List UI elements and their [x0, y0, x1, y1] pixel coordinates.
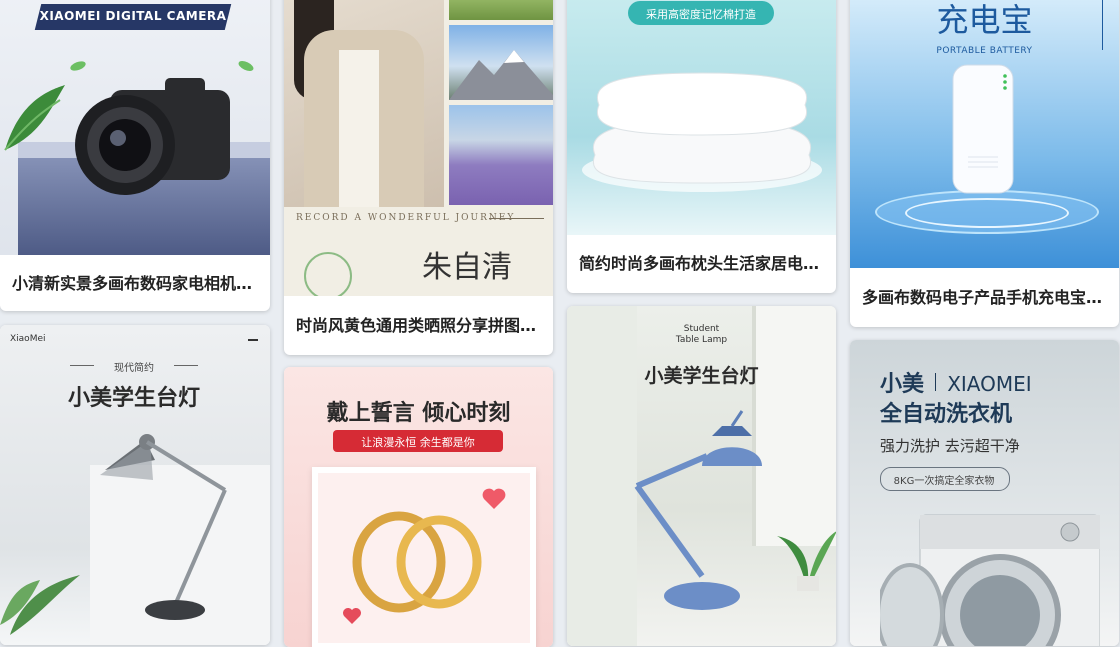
card-thumbnail[interactable]: Student Table Lamp 小美学生台灯: [567, 306, 836, 646]
template-card-rings[interactable]: 戴上誓言 倾心时刻 让浪漫永恒 余生都是你: [284, 367, 553, 647]
card-thumbnail[interactable]: 采用高密度记忆棉打造: [567, 0, 836, 235]
product-heading: 小美学生台灯: [67, 386, 200, 411]
card-title[interactable]: 简约时尚多画布枕头生活家居电商主图: [579, 250, 824, 274]
product-subheading: PORTABLE BATTERY: [936, 46, 1033, 56]
card-thumbnail[interactable]: RECORD A WONDERFUL JOURNEY 朱自清: [284, 0, 553, 296]
camera-icon: [75, 78, 230, 195]
power-bank-icon: [952, 64, 1014, 194]
heart-icon: [343, 608, 361, 624]
rings-icon: [352, 511, 482, 613]
desk-lamp-icon: [100, 434, 227, 620]
pillow-icon: [582, 72, 822, 192]
brand-label: XIAOMEI: [947, 372, 1032, 396]
card-title[interactable]: 小清新实景多画布数码家电相机电商主图: [12, 270, 258, 294]
mountain-icon: [449, 50, 553, 100]
washing-machine-icon: [880, 514, 1100, 646]
card-thumbnail[interactable]: 戴上誓言 倾心时刻 让浪漫永恒 余生都是你: [284, 367, 553, 647]
card-thumbnail[interactable]: XiaoMei 现代简约 小美学生台灯: [0, 325, 270, 645]
card-thumbnail[interactable]: 充电宝 PORTABLE BATTERY: [850, 0, 1119, 268]
template-card-camera[interactable]: XIAOMEI DIGITAL CAMERA 小清新实景多画布数码家电相机电商主…: [0, 0, 270, 311]
small-heading: Student: [683, 324, 720, 334]
template-card-desk-lamp-2[interactable]: Student Table Lamp 小美学生台灯: [567, 306, 836, 646]
template-card-power-bank[interactable]: 充电宝 PORTABLE BATTERY 多画布数码电子产品手机充电宝电商主图: [850, 0, 1119, 327]
feature-tag: 采用高密度记忆棉打造: [646, 8, 756, 21]
minus-icon: [248, 339, 258, 341]
small-heading: 现代简约: [114, 363, 154, 374]
product-subheading: 强力洗护 去污超干净: [880, 437, 1020, 455]
template-card-collage[interactable]: RECORD A WONDERFUL JOURNEY 朱自清 时尚风黄色通用类晒…: [284, 0, 553, 355]
product-heading: 充电宝: [936, 1, 1033, 39]
template-card-washing-machine[interactable]: 小美 XIAOMEI 全自动洗衣机 强力洗护 去污超干净 8KG一次搞定全家衣物: [850, 340, 1119, 646]
template-card-pillow[interactable]: 采用高密度记忆棉打造 简约时尚多画布枕头生活家居电商主图: [567, 0, 836, 293]
product-heading: 全自动洗衣机: [880, 402, 1013, 427]
desk-lamp-icon: [634, 410, 762, 610]
leaf-icon: [4, 85, 65, 151]
ribbon-text: 让浪漫永恒 余生都是你: [361, 436, 475, 449]
card-title[interactable]: 多画布数码电子产品手机充电宝电商主图: [862, 284, 1107, 308]
small-heading: Table Lamp: [675, 335, 728, 345]
card-thumbnail[interactable]: XIAOMEI DIGITAL CAMERA: [0, 0, 270, 255]
product-heading: 小美: [880, 372, 925, 397]
plant-icon: [0, 575, 80, 635]
product-heading: 小美学生台灯: [644, 365, 759, 387]
brand-label: XiaoMei: [10, 334, 46, 344]
banner-text: XIAOMEI DIGITAL CAMERA: [39, 9, 227, 23]
template-card-desk-lamp-1[interactable]: XiaoMei 现代简约 小美学生台灯: [0, 325, 270, 645]
plant-icon: [777, 531, 836, 591]
card-thumbnail[interactable]: 小美 XIAOMEI 全自动洗衣机 强力洗护 去污超干净 8KG一次搞定全家衣物: [850, 340, 1119, 646]
feature-tag: 8KG一次搞定全家衣物: [893, 476, 995, 487]
collage-caption: RECORD A WONDERFUL JOURNEY: [296, 213, 516, 223]
product-heading: 戴上誓言 倾心时刻: [326, 401, 511, 426]
card-title[interactable]: 时尚风黄色通用类晒照分享拼图海报: [296, 312, 541, 336]
heart-icon: [482, 488, 506, 509]
